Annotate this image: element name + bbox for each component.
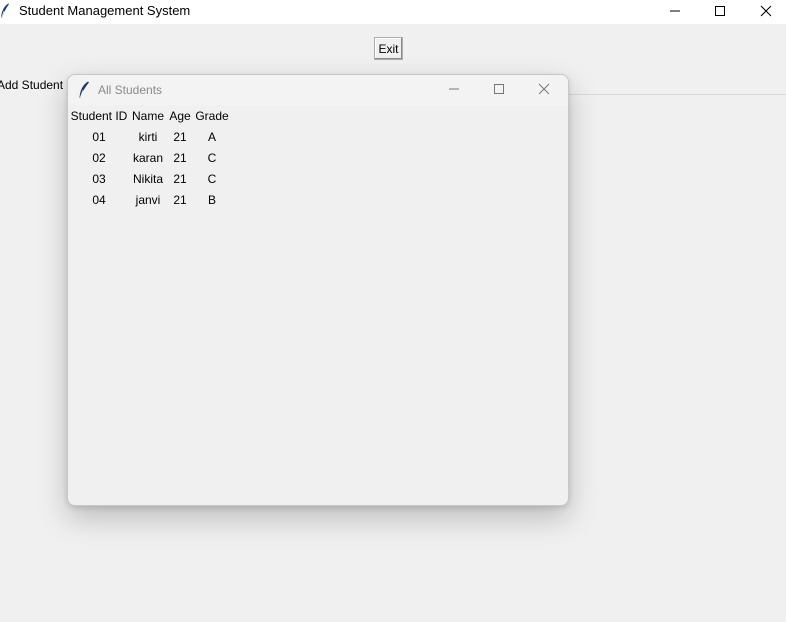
table-cell-grade: B	[207, 193, 216, 207]
column-header-student-id: Student ID	[70, 109, 128, 123]
close-icon	[760, 5, 772, 20]
child-close-button[interactable]	[524, 78, 564, 102]
all-students-window: All Students Student ID Name Age Grade 0…	[67, 74, 569, 506]
table-cell-name: janvi	[135, 193, 161, 207]
maximize-icon	[493, 83, 505, 98]
minimize-button[interactable]	[655, 0, 695, 24]
child-minimize-button[interactable]	[434, 78, 474, 102]
close-icon	[538, 83, 550, 98]
child-window-title: All Students	[98, 83, 163, 97]
table-cell-grade: C	[207, 151, 217, 165]
table-cell-student-id: 04	[92, 193, 106, 207]
table-cell-student-id: 03	[92, 172, 106, 186]
table-cell-grade: C	[207, 172, 217, 186]
table-cell-name: Nikita	[132, 172, 163, 186]
table-cell-age: 21	[173, 172, 187, 186]
close-button[interactable]	[746, 0, 786, 24]
main-title-bar: Student Management System	[0, 0, 786, 24]
table-cell-name: kirti	[138, 130, 158, 144]
tab-add-student[interactable]: Add Student	[0, 78, 63, 94]
table-cell-age: 21	[173, 193, 187, 207]
maximize-button[interactable]	[700, 0, 740, 24]
child-title-bar: All Students	[68, 75, 568, 105]
feather-icon	[0, 3, 10, 19]
window-title: Student Management System	[19, 3, 191, 18]
table-cell-student-id: 01	[92, 130, 106, 144]
table-cell-grade: A	[207, 130, 216, 144]
table-cell-age: 21	[173, 151, 187, 165]
minimize-icon	[448, 83, 460, 98]
table-cell-age: 21	[173, 130, 187, 144]
column-header-name: Name	[131, 109, 164, 123]
table-cell-student-id: 02	[92, 151, 106, 165]
maximize-icon	[714, 5, 726, 20]
column-header-grade: Grade	[195, 109, 229, 123]
table-cell-name: karan	[132, 151, 164, 165]
feather-icon	[78, 81, 90, 99]
minimize-icon	[669, 5, 681, 20]
child-maximize-button[interactable]	[479, 78, 519, 102]
column-header-age: Age	[169, 109, 191, 123]
exit-button[interactable]: Exit	[374, 37, 403, 60]
